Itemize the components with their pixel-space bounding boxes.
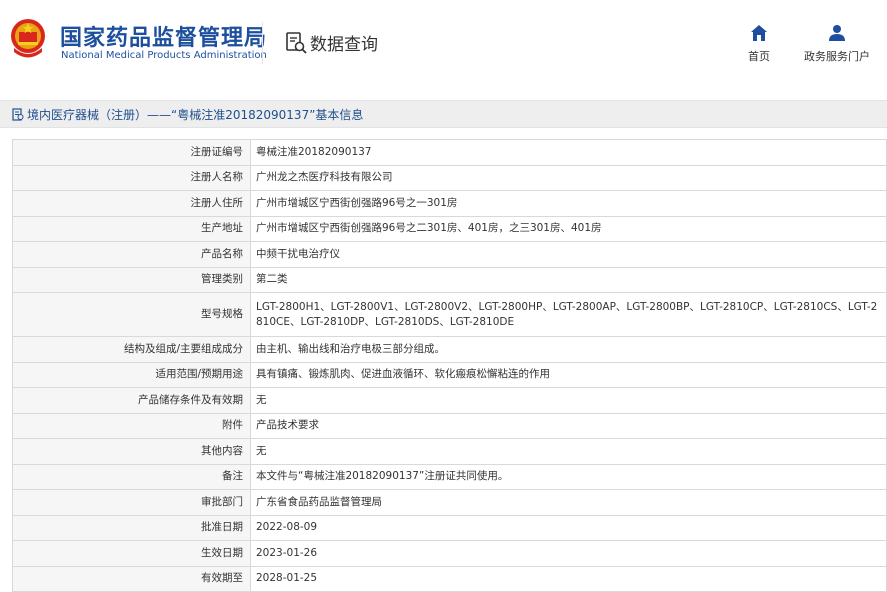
home-icon [751, 25, 767, 41]
field-value: 2022-08-09 [250, 514, 887, 541]
device-detail-table: 注册证编号 粤械注准20182090137 注册人名称 广州龙之杰医疗科技有限公司 … [12, 139, 887, 592]
field-label: 注册证编号 [12, 139, 251, 166]
field-value: 由主机、输出线和治疗电极三部分组成。 [250, 336, 887, 363]
field-value: 广东省食品药品监督管理局 [250, 489, 887, 516]
field-value: 广州市增城区宁西街创强路96号之二301房、401房，之三301房、401房 [250, 215, 887, 242]
field-label: 注册人住所 [12, 190, 251, 217]
field-value: 无 [250, 387, 887, 414]
field-label: 生效日期 [12, 540, 251, 567]
field-value: 广州龙之杰医疗科技有限公司 [250, 164, 887, 191]
field-label: 备注 [12, 463, 251, 490]
breadcrumb: 境内医疗器械（注册）——“粤械注准20182090137”基本信息 [0, 100, 887, 128]
table-row: 其他内容无 [12, 438, 887, 465]
field-value: 粤械注准20182090137 [250, 139, 887, 166]
agency-title-en: National Medical Products Administration [61, 50, 267, 61]
nav-portal-button[interactable]: 政务服务门户 [800, 24, 874, 64]
field-value: 中频干扰电治疗仪 [250, 241, 887, 268]
table-row: 适用范围/预期用途 具有镇痛、锻炼肌肉、促进血液循环、软化瘢痕松懈粘连的作用 [12, 361, 887, 388]
header-divider [262, 22, 263, 64]
field-label: 管理类别 [12, 266, 251, 293]
table-row: 产品名称 中频干扰电治疗仪 [12, 241, 887, 268]
field-label: 生产地址 [12, 215, 251, 242]
field-value: 2028-01-25 [250, 565, 887, 592]
document-search-icon [286, 31, 307, 54]
table-row: 注册人住所 广州市增城区宁西街创强路96号之一301房 [12, 190, 887, 217]
table-row: 附件 产品技术要求 [12, 412, 887, 439]
field-label: 注册人名称 [12, 164, 251, 191]
table-row: 生效日期 2023-01-26 [12, 540, 887, 567]
table-row: 注册人名称 广州龙之杰医疗科技有限公司 [12, 164, 887, 191]
user-icon [829, 25, 845, 41]
field-label: 产品名称 [12, 241, 251, 268]
table-row: 型号规格 LGT-2800H1、LGT-2800V1、LGT-2800V2、LGT… [12, 292, 887, 337]
field-label: 其他内容 [12, 438, 251, 465]
breadcrumb-text: 境内医疗器械（注册）——“粤械注准20182090137”基本信息 [27, 107, 364, 122]
table-row: 批准日期 2022-08-09 [12, 514, 887, 541]
field-label: 型号规格 [12, 292, 251, 337]
field-value: 产品技术要求 [250, 412, 887, 439]
table-row: 备注 本文件与“粤械注准20182090137”注册证共同使用。 [12, 463, 887, 490]
field-label: 批准日期 [12, 514, 251, 541]
field-label: 产品储存条件及有效期 [12, 387, 251, 414]
nav-home-button[interactable]: 首页 [740, 24, 778, 64]
table-row: 结构及组成/主要组成成分 由主机、输出线和治疗电极三部分组成。 [12, 336, 887, 363]
field-value: 2023-01-26 [250, 540, 887, 567]
table-row: 注册证编号 粤械注准20182090137 [12, 139, 887, 166]
field-label: 审批部门 [12, 489, 251, 516]
field-label: 有效期至 [12, 565, 251, 592]
field-value: 无 [250, 438, 887, 465]
site-header: 国家药品监督管理局 National Medical Products Admi… [0, 0, 887, 88]
field-value: 本文件与“粤械注准20182090137”注册证共同使用。 [250, 463, 887, 490]
field-value: 广州市增城区宁西街创强路96号之一301房 [250, 190, 887, 217]
agency-title-cn: 国家药品监督管理局 [60, 26, 268, 51]
nav-portal-label: 政务服务门户 [804, 50, 870, 63]
table-row: 管理类别 第二类 [12, 266, 887, 293]
table-row: 审批部门 广东省食品药品监督管理局 [12, 489, 887, 516]
table-row: 产品储存条件及有效期无 [12, 387, 887, 414]
field-value: LGT-2800H1、LGT-2800V1、LGT-2800V2、LGT-280… [250, 292, 887, 337]
table-row: 生产地址 广州市增城区宁西街创强路96号之二301房、401房，之三301房、40… [12, 215, 887, 242]
field-value: 具有镇痛、锻炼肌肉、促进血液循环、软化瘢痕松懈粘连的作用 [250, 361, 887, 388]
field-label: 结构及组成/主要组成成分 [12, 336, 251, 363]
field-value: 第二类 [250, 266, 887, 293]
nav-home-label: 首页 [748, 50, 770, 63]
data-query-label: 数据查询 [310, 35, 378, 55]
document-icon [12, 107, 24, 121]
data-query-link[interactable]: 数据查询 [284, 30, 378, 55]
table-row: 有效期至 2028-01-25 [12, 565, 887, 592]
field-label: 附件 [12, 412, 251, 439]
field-label: 适用范围/预期用途 [12, 361, 251, 388]
national-emblem-icon [11, 19, 45, 58]
